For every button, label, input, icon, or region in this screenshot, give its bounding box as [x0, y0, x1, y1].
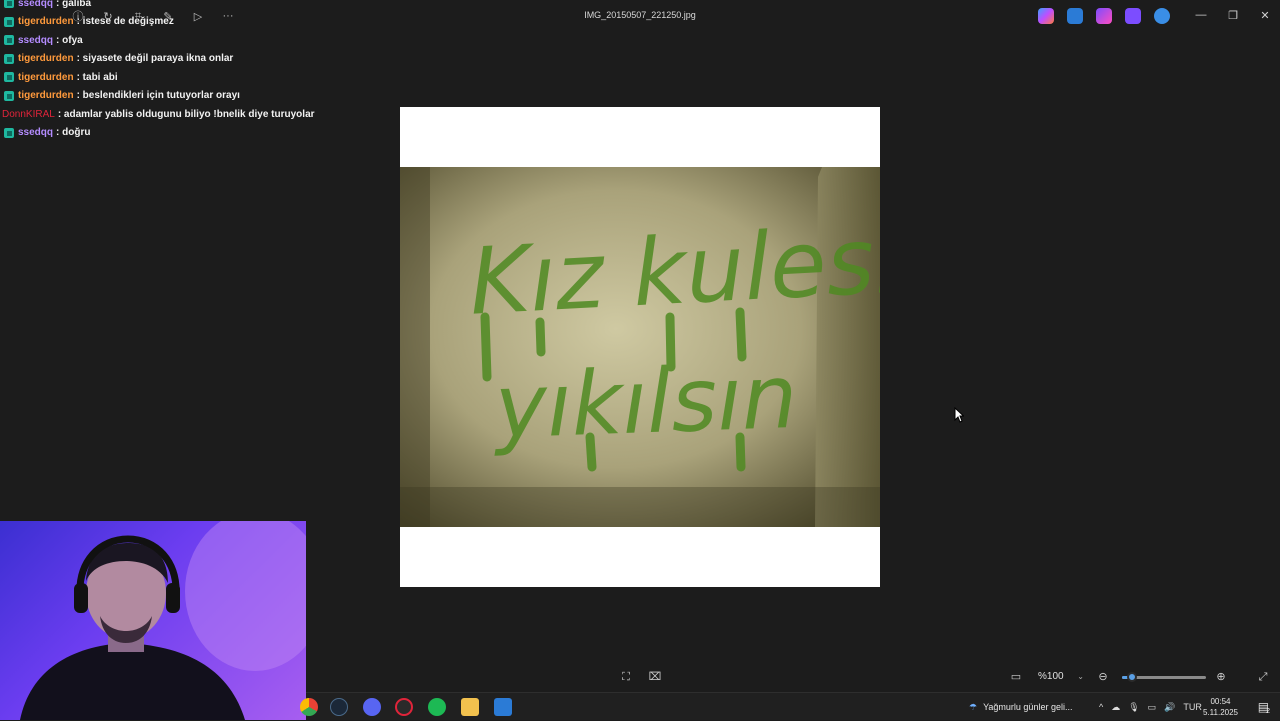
chat-text: : doğru: [56, 127, 91, 139]
clock[interactable]: 00:54 5.11.2025: [1203, 696, 1238, 718]
chat-message: tigerdurden: siyasete değil paraya ikna …: [0, 50, 320, 69]
chat-badge-icon: [4, 90, 14, 101]
network-icon[interactable]: ▭: [1148, 702, 1157, 713]
language-indicator[interactable]: TUR: [1183, 702, 1202, 712]
chrome-icon[interactable]: [300, 698, 318, 716]
chat-badge-icon: [4, 53, 14, 64]
notification-count: 2: [1266, 707, 1270, 715]
app-shortcuts: [1038, 8, 1170, 24]
zoom-slider-thumb[interactable]: [1127, 672, 1138, 682]
copilot-icon[interactable]: [1038, 8, 1054, 24]
chat-message: DonnKIRAL: adamlar yablis oldugunu biliy…: [0, 105, 320, 124]
chevron-up-icon[interactable]: ^: [1099, 702, 1103, 712]
clock-time: 00:54: [1210, 697, 1231, 706]
restore-icon[interactable]: ❐: [1226, 6, 1240, 24]
chat-text: : siyasete değil paraya ikna onlar: [76, 53, 234, 65]
minimize-icon[interactable]: —: [1194, 6, 1208, 24]
photos-icon[interactable]: [494, 698, 512, 716]
steam-icon[interactable]: [330, 698, 348, 716]
designer-icon[interactable]: [1067, 8, 1083, 24]
window-controls: — ❐ ✕: [1194, 6, 1272, 24]
zoom-out-icon[interactable]: ⊖: [1096, 670, 1110, 684]
chat-badge-icon: [4, 35, 14, 46]
chat-text: : galiba: [56, 0, 92, 9]
fullscreen-icon[interactable]: ▭: [1009, 670, 1023, 684]
chat-username: ssedqq: [18, 127, 54, 139]
webcam-overlay: [0, 521, 306, 720]
windows-taskbar: ☂ Yağmurlu günler geli... ^ ☁ 🎙 ▭ 🔊 TUR …: [300, 692, 1280, 721]
expand-icon[interactable]: ⤢: [1256, 670, 1270, 684]
viewer-bottom-toolbar: ⛶ ⌧ ▭ %100 ⌄ ⊖ ⊕ ⤢: [306, 662, 1280, 692]
graffiti-photo: Kız kulesi yıkılsın: [400, 167, 880, 527]
chat-username: tigerdurden: [18, 71, 74, 83]
chat-badge-icon: [4, 0, 14, 9]
graffiti-photo-image: Kız kulesi yıkılsın: [400, 167, 880, 527]
chat-message: ssedqq: ofya: [0, 31, 320, 50]
notification-center[interactable]: ▤ 2: [1258, 693, 1270, 721]
chat-message: tigerdurden: tabi abi: [0, 68, 320, 87]
chat-message: tigerdurden: beslendikleri için tutuyorl…: [0, 87, 320, 106]
discord-icon[interactable]: [363, 698, 381, 716]
fit-screen-icon[interactable]: ⛶: [619, 670, 633, 684]
microphone-icon[interactable]: 🎙: [1128, 702, 1139, 713]
weather-text: Yağmurlu günler geli...: [983, 702, 1073, 712]
chat-badge-icon: [4, 72, 14, 83]
clock-date: 5.11.2025: [1203, 708, 1238, 717]
chat-badge-icon: [4, 16, 14, 27]
zoom-dropdown[interactable]: %100 ⌄: [1032, 668, 1088, 686]
file-explorer-icon[interactable]: [461, 698, 479, 716]
obs-icon[interactable]: [395, 698, 413, 716]
chat-username: ssedqq: [18, 34, 54, 46]
scan-icon[interactable]: ⌧: [648, 670, 662, 684]
chat-badge-icon: [4, 127, 14, 138]
zoom-slider[interactable]: [1122, 672, 1206, 682]
chat-username: tigerdurden: [18, 53, 74, 65]
chat-username: ssedqq: [18, 0, 54, 9]
close-icon[interactable]: ✕: [1258, 6, 1272, 24]
photo-viewer-window: ⓘ ↻ ⌗ ✎ ▷ ··· IMG_20150507_221250.jpg — …: [0, 0, 1280, 720]
video-editor-icon[interactable]: [1125, 8, 1141, 24]
streamer-webcam-image: [20, 521, 306, 720]
clipchamp-icon[interactable]: [1096, 8, 1112, 24]
chat-username: tigerdurden: [18, 16, 74, 28]
spotify-icon[interactable]: [428, 698, 446, 716]
volume-icon[interactable]: 🔊: [1164, 702, 1175, 713]
chat-username: tigerdurden: [18, 90, 74, 102]
chat-message: tigerdurden: istese de değişmez: [0, 13, 320, 32]
photo-canvas[interactable]: Kız kulesi yıkılsın: [400, 107, 880, 587]
chat-text: : tabi abi: [76, 71, 118, 83]
chat-message: ssedqq: doğru: [0, 124, 320, 143]
chat-text: : beslendikleri için tutuyorlar orayı: [76, 90, 240, 102]
system-tray: ^ ☁ 🎙 ▭ 🔊 TUR: [1099, 693, 1202, 721]
cloud-icon[interactable]: ☁: [1111, 702, 1120, 713]
chat-username: DonnKIRAL: [2, 108, 55, 120]
chevron-down-icon: ⌄: [1077, 672, 1084, 681]
chat-message: ssedqq: galiba: [0, 0, 320, 13]
zoom-value: %100: [1038, 671, 1064, 682]
weather-widget[interactable]: ☂ Yağmurlu günler geli...: [969, 693, 1072, 721]
onedrive-icon[interactable]: [1154, 8, 1170, 24]
chat-text: : adamlar yablis oldugunu biliyo !bnelik…: [57, 108, 315, 120]
chat-text: : istese de değişmez: [76, 16, 174, 28]
chat-text: : ofya: [56, 34, 83, 46]
graffiti-text-line2: yıkılsın: [490, 345, 799, 459]
zoom-in-icon[interactable]: ⊕: [1214, 670, 1228, 684]
umbrella-icon: ☂: [969, 701, 978, 712]
mouse-pointer: [954, 406, 965, 428]
chat-overlay: ssedqq: galiba tigerdurden: istese de de…: [0, 0, 320, 142]
